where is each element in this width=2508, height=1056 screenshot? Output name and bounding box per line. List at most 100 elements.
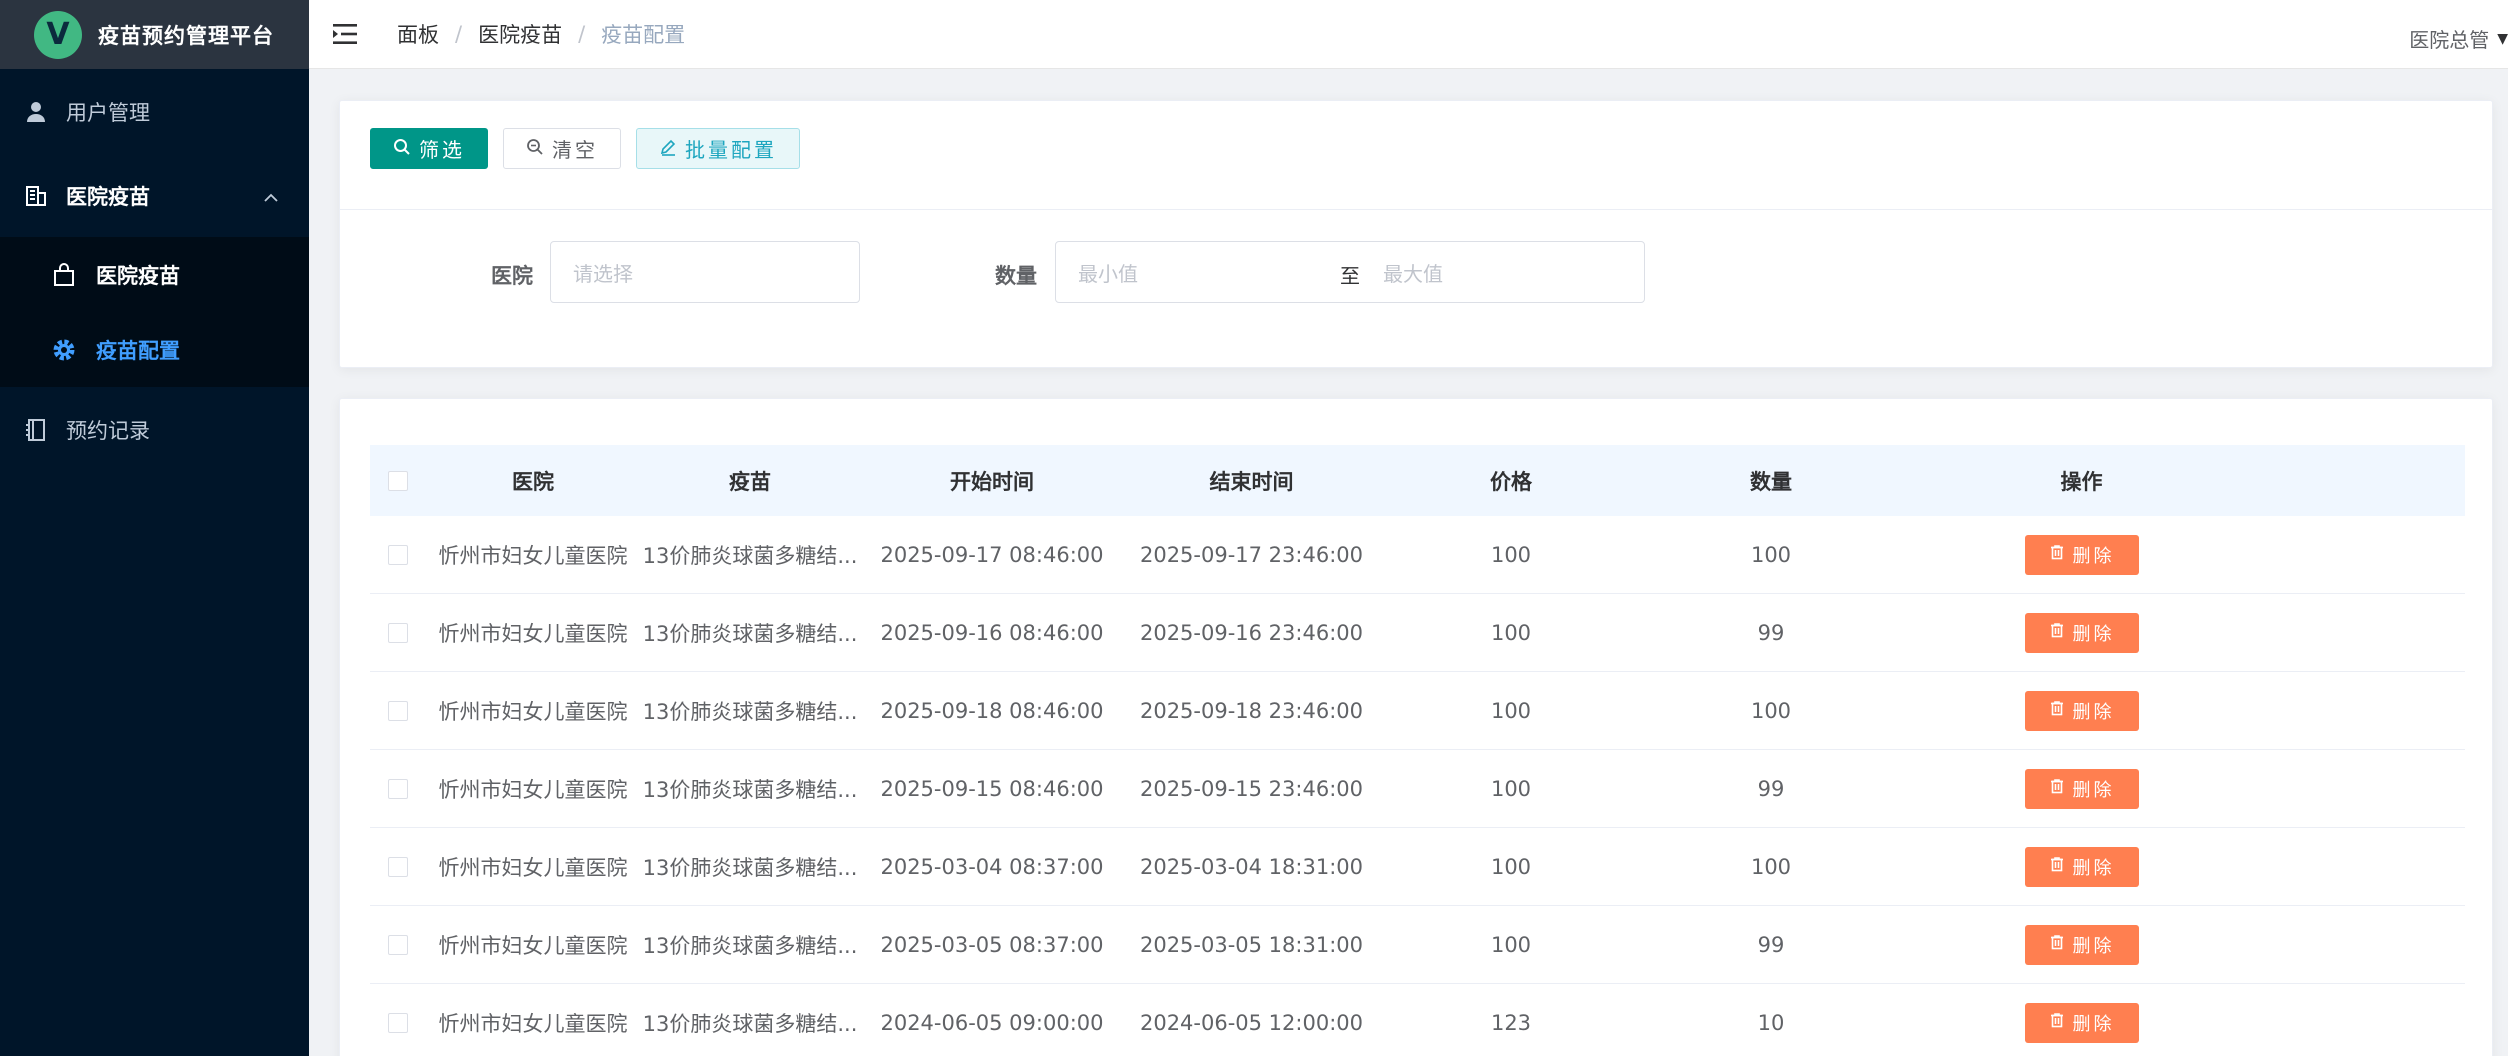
end-time-cell: 2025-09-16 23:46:00 — [1139, 620, 1364, 645]
chevron-up-icon — [263, 185, 279, 209]
row-checkbox[interactable] — [387, 856, 408, 877]
price-cell: 100 — [1490, 542, 1532, 567]
column-header: 开始时间 — [950, 469, 1034, 494]
menu-toggle-icon[interactable] — [333, 21, 363, 47]
select-all-checkbox[interactable] — [387, 470, 408, 491]
row-select-cell — [370, 856, 425, 877]
row-checkbox[interactable] — [387, 1012, 408, 1033]
edit-icon — [659, 137, 677, 161]
user-name: 医院总管 — [2409, 28, 2490, 52]
hospital-select-placeholder: 请选择 — [573, 261, 633, 286]
sidebar-item-appointments[interactable]: 预约记录 — [0, 391, 309, 469]
price-cell: 100 — [1490, 854, 1532, 879]
delete-button[interactable]: 删除 — [2024, 846, 2139, 887]
hospital-select[interactable]: 请选择 — [550, 241, 860, 303]
hospital-cell: 忻州市妇女儿童医院 — [438, 855, 628, 880]
hospital-cell: 忻州市妇女儿童医院 — [438, 933, 628, 958]
notebook-icon — [22, 416, 50, 444]
logo-icon: V — [34, 10, 82, 59]
delete-button[interactable]: 删除 — [2024, 768, 2139, 809]
table-row: 忻州市妇女儿童医院 13价肺炎球菌多糖结... 2025-09-15 08:46… — [370, 750, 2465, 828]
operation-cell: 删除 — [1898, 612, 2265, 653]
start-time-cell: 2025-03-05 08:37:00 — [880, 932, 1104, 957]
column-header: 数量 — [1750, 469, 1792, 494]
sidebar: V 疫苗预约管理平台 用户管理 医院疫苗 医院疫苗 疫苗配置 预约记录 — [0, 0, 309, 1056]
quantity-min-input[interactable]: 最小值 — [1078, 258, 1138, 287]
end-time-cell: 2025-09-17 23:46:00 — [1139, 542, 1364, 567]
user-icon — [22, 98, 50, 126]
batch-config-button[interactable]: 批量配置 — [636, 128, 800, 169]
column-header: 医院 — [512, 469, 554, 494]
start-time-cell: 2025-09-16 08:46:00 — [880, 620, 1104, 645]
start-time-cell: 2025-09-15 08:46:00 — [880, 776, 1104, 801]
delete-button[interactable]: 删除 — [2024, 534, 2139, 575]
price-cell: 100 — [1490, 932, 1532, 957]
vaccine-cell: 13价肺炎球菌多糖结... — [642, 699, 858, 724]
price-cell: 123 — [1490, 1010, 1532, 1035]
sidebar-subitem-vaccine-config[interactable]: 疫苗配置 — [0, 312, 309, 387]
zoom-out-icon — [526, 137, 544, 161]
range-separator: 至 — [1340, 264, 1360, 288]
table-header: 医院 疫苗 开始时间 结束时间 价格 数量 操作 — [370, 445, 2465, 516]
quantity-cell: 100 — [1750, 854, 1792, 879]
filter-button-label: 筛选 — [419, 138, 465, 162]
breadcrumb-item-hospital-vaccine[interactable]: 医院疫苗 — [478, 19, 562, 49]
toolbar: 筛选 清空 批量配置 — [370, 128, 800, 169]
sidebar-item-label: 医院疫苗 — [66, 185, 150, 209]
start-time-cell: 2024-06-05 09:00:00 — [880, 1010, 1104, 1035]
end-time-cell: 2025-09-18 23:46:00 — [1139, 698, 1364, 723]
hospital-cell: 忻州市妇女儿童医院 — [438, 1011, 628, 1036]
quantity-max-input[interactable]: 最大值 — [1383, 258, 1443, 287]
sidebar-item-label: 医院疫苗 — [96, 263, 180, 288]
row-select-cell — [370, 700, 425, 721]
table-row: 忻州市妇女儿童医院 13价肺炎球菌多糖结... 2025-09-16 08:46… — [370, 594, 2465, 672]
operation-cell: 删除 — [1898, 534, 2265, 575]
trash-icon — [2049, 1012, 2065, 1033]
vaccine-cell: 13价肺炎球菌多糖结... — [642, 621, 858, 646]
sidebar-item-hospital-vaccine[interactable]: 医院疫苗 — [0, 157, 309, 235]
quantity-range-input: 最小值 至 最大值 — [1055, 241, 1645, 303]
batch-config-button-label: 批量配置 — [685, 138, 777, 162]
delete-button[interactable]: 删除 — [2024, 690, 2139, 731]
row-select-cell — [370, 778, 425, 799]
delete-button-label: 删除 — [2072, 779, 2115, 801]
clear-button-label: 清空 — [552, 138, 598, 162]
clear-button[interactable]: 清空 — [503, 128, 621, 169]
trash-icon — [2049, 544, 2065, 565]
gear-icon — [50, 336, 78, 364]
column-header: 疫苗 — [729, 469, 771, 494]
hospital-cell: 忻州市妇女儿童医院 — [438, 621, 628, 646]
sidebar-subitem-hospital-vaccine[interactable]: 医院疫苗 — [0, 237, 309, 312]
trash-icon — [2049, 622, 2065, 643]
user-menu[interactable]: 医院总管 ▼ — [2409, 24, 2508, 53]
vaccine-cell: 13价肺炎球菌多糖结... — [642, 855, 858, 880]
app-title: 疫苗预约管理平台 — [98, 23, 274, 48]
column-header: 价格 — [1490, 469, 1532, 494]
bag-icon — [50, 261, 78, 289]
row-checkbox[interactable] — [387, 934, 408, 955]
delete-button[interactable]: 删除 — [2024, 924, 2139, 965]
breadcrumb-item-dashboard[interactable]: 面板 — [397, 19, 439, 49]
delete-button-label: 删除 — [2072, 935, 2115, 957]
breadcrumb-item-vaccine-config: 疫苗配置 — [601, 23, 686, 47]
row-checkbox[interactable] — [387, 622, 408, 643]
sidebar-item-users[interactable]: 用户管理 — [0, 73, 309, 151]
hospital-cell: 忻州市妇女儿童医院 — [438, 543, 628, 568]
operation-cell: 删除 — [1898, 768, 2265, 809]
operation-cell: 删除 — [1898, 690, 2265, 731]
trash-icon — [2049, 700, 2065, 721]
row-checkbox[interactable] — [387, 700, 408, 721]
quantity-cell: 99 — [1757, 932, 1785, 957]
row-checkbox[interactable] — [387, 544, 408, 565]
row-checkbox[interactable] — [387, 778, 408, 799]
delete-button[interactable]: 删除 — [2024, 612, 2139, 653]
filter-button[interactable]: 筛选 — [370, 128, 488, 169]
operation-cell: 删除 — [1898, 924, 2265, 965]
building-icon — [22, 182, 50, 210]
sidebar-item-label: 用户管理 — [66, 101, 150, 125]
column-header: 结束时间 — [1209, 469, 1294, 494]
end-time-cell: 2025-03-04 18:31:00 — [1139, 854, 1364, 879]
delete-button[interactable]: 删除 — [2024, 1002, 2139, 1043]
table-row: 忻州市妇女儿童医院 13价肺炎球菌多糖结... 2025-03-05 08:37… — [370, 906, 2465, 984]
table-row: 忻州市妇女儿童医院 13价肺炎球菌多糖结... 2025-09-17 08:46… — [370, 516, 2465, 594]
